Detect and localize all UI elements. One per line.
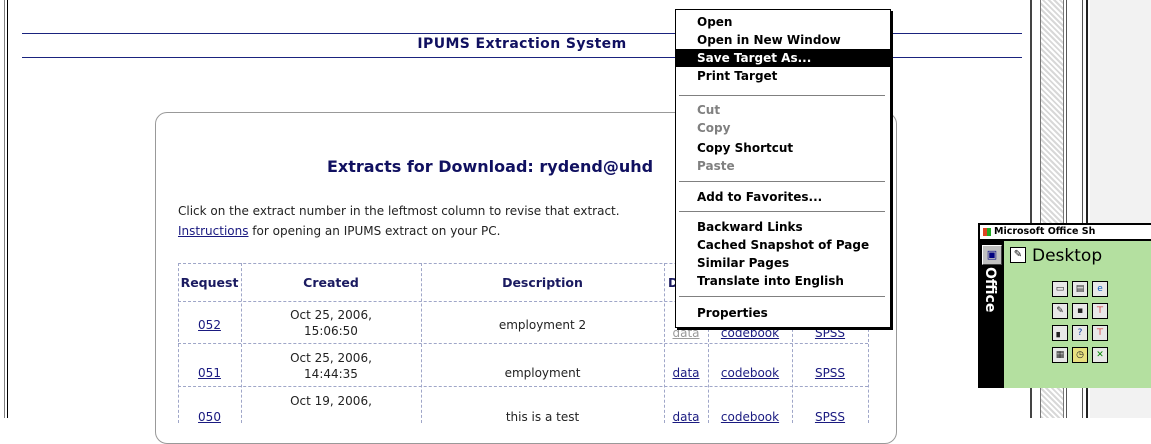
- codebook-link[interactable]: codebook: [708, 410, 792, 424]
- created-time: 15:06:50: [304, 324, 358, 338]
- window-left-border: [0, 0, 10, 418]
- menu-item-copy-shortcut[interactable]: Copy Shortcut: [676, 139, 890, 157]
- computer-icon[interactable]: ▭: [1052, 281, 1068, 297]
- spss-link[interactable]: SPSS: [792, 366, 868, 380]
- created-date: Oct 25, 2006,: [290, 308, 372, 322]
- pdf-icon[interactable]: ⊤: [1092, 303, 1108, 319]
- created-cell: Oct 25, 2006, 15:06:50: [241, 307, 421, 339]
- menu-separator: [679, 296, 885, 298]
- column-header-description: Description: [502, 275, 583, 290]
- office-shortcut-bar: Microsoft Office Sh ▣ Office ✎ Desktop ▭…: [978, 223, 1151, 388]
- menu-item-open[interactable]: Open: [676, 13, 890, 31]
- description-cell: employment 2: [498, 318, 587, 332]
- office-bar-title: Microsoft Office Sh: [994, 226, 1096, 237]
- created-time: 14:44:35: [304, 367, 358, 381]
- description-cell: employment: [504, 366, 581, 380]
- office-menu-icon[interactable]: ▣: [982, 245, 1002, 265]
- menu-item-save-target-as[interactable]: Save Target As...: [676, 49, 890, 67]
- created-cell: Oct 19, 2006,: [241, 393, 421, 409]
- menu-item-cached-snapshot[interactable]: Cached Snapshot of Page: [676, 236, 890, 254]
- data-link[interactable]: data: [664, 366, 708, 380]
- context-menu: Open Open in New Window Save Target As..…: [675, 9, 891, 328]
- created-date: Oct 25, 2006,: [290, 351, 372, 365]
- spss-link[interactable]: SPSS: [792, 326, 868, 340]
- instructions-line-2: Instructions for opening an IPUMS extrac…: [178, 224, 500, 238]
- office-logo-icon: [983, 227, 991, 236]
- ie-icon[interactable]: e: [1092, 281, 1108, 297]
- desktop-label: Desktop: [1032, 246, 1103, 266]
- instructions-text: for opening an IPUMS extract on your PC.: [248, 224, 501, 238]
- menu-item-print-target[interactable]: Print Target: [676, 67, 890, 85]
- menu-separator: [679, 181, 885, 183]
- menu-item-similar-pages[interactable]: Similar Pages: [676, 254, 890, 272]
- menu-item-add-to-favorites[interactable]: Add to Favorites...: [676, 188, 890, 206]
- menu-item-backward-links[interactable]: Backward Links: [676, 218, 890, 236]
- desktop-icon[interactable]: ✎: [1010, 247, 1026, 263]
- grid-icon[interactable]: ▦: [1052, 347, 1068, 363]
- menu-item-copy[interactable]: Copy: [676, 119, 890, 137]
- created-cell: Oct 25, 2006, 14:44:35: [241, 350, 421, 382]
- menu-separator: [679, 95, 885, 97]
- menu-item-cut[interactable]: Cut: [676, 101, 890, 119]
- help-icon[interactable]: ?: [1072, 325, 1088, 341]
- codebook-link[interactable]: codebook: [708, 326, 792, 340]
- office-vertical-label: Office: [982, 267, 998, 313]
- menu-item-paste[interactable]: Paste: [676, 157, 890, 175]
- page-title: Extracts for Download: rydend@uhd: [327, 157, 654, 176]
- clip-icon[interactable]: ▖: [1052, 325, 1068, 341]
- clock-icon[interactable]: ◷: [1072, 347, 1088, 363]
- folder-icon[interactable]: ▤: [1072, 281, 1088, 297]
- menu-item-open-new-window[interactable]: Open in New Window: [676, 31, 890, 49]
- excel-icon[interactable]: ✕: [1092, 347, 1108, 363]
- request-link[interactable]: 052: [178, 318, 241, 332]
- codebook-link[interactable]: codebook: [708, 366, 792, 380]
- data-link[interactable]: data: [664, 326, 708, 340]
- data-link[interactable]: data: [664, 410, 708, 424]
- acrobat-icon[interactable]: ⊤: [1092, 325, 1108, 341]
- request-link[interactable]: 050: [178, 410, 241, 424]
- instructions-link[interactable]: Instructions: [178, 224, 248, 238]
- menu-item-properties[interactable]: Properties: [676, 304, 890, 322]
- office-toolbar-panel: ✎ Desktop ▭ ▤ e ✎ ▪ ⊤ ▖ ? ⊤ ▦ ◷ ✕: [1004, 241, 1151, 388]
- edit-icon[interactable]: ✎: [1052, 303, 1068, 319]
- request-link[interactable]: 051: [178, 366, 241, 380]
- spss-link[interactable]: SPSS: [792, 410, 868, 424]
- office-bar-titlebar[interactable]: Microsoft Office Sh: [980, 225, 1151, 239]
- description-cell: this is a test: [505, 410, 580, 424]
- instructions-line-1: Click on the extract number in the leftm…: [178, 204, 620, 218]
- doc-icon[interactable]: ▪: [1072, 303, 1088, 319]
- column-header-request: Request: [180, 275, 239, 290]
- menu-separator: [679, 211, 885, 213]
- created-date: Oct 19, 2006,: [290, 394, 372, 408]
- column-header-created: Created: [303, 275, 359, 290]
- menu-item-translate[interactable]: Translate into English: [676, 272, 890, 290]
